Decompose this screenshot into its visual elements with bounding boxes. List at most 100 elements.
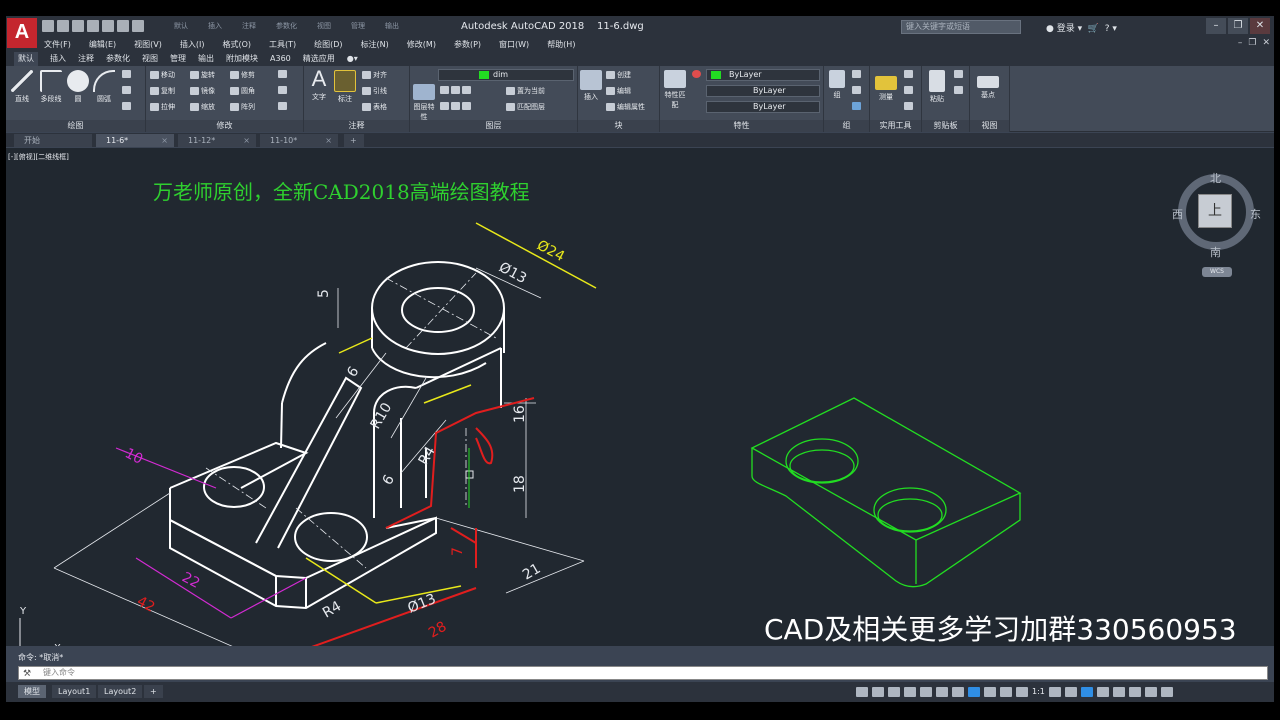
annotation-monitor-icon[interactable] — [1064, 687, 1077, 697]
copy-tool[interactable]: 复制 — [150, 86, 175, 96]
grid-icon[interactable] — [872, 687, 884, 697]
wcs-menu[interactable]: WCS — [1202, 267, 1232, 277]
match-layer-tool[interactable]: 匹配图层 — [506, 102, 545, 112]
viewcube-north[interactable]: 北 — [1210, 170, 1221, 186]
viewcube-top-face[interactable]: 上 — [1198, 194, 1232, 228]
selection-cycling-icon[interactable] — [1000, 687, 1012, 697]
ribbon-tab-view[interactable]: 视图 — [142, 52, 158, 66]
layer-properties-button[interactable]: 图层特性 — [412, 84, 436, 122]
file-tab-11-12[interactable]: 11-12* × — [178, 134, 256, 147]
edit-block-tool[interactable]: 编辑 — [606, 86, 631, 96]
annotation-scale[interactable]: 1:1 — [1032, 687, 1045, 697]
undo-icon[interactable] — [117, 20, 129, 32]
array-tool[interactable]: 阵列 — [230, 102, 255, 112]
application-menu-button[interactable]: A — [7, 18, 37, 48]
lineweight-dropdown[interactable]: ByLayer — [706, 101, 820, 113]
table-tool[interactable]: 表格 — [362, 102, 387, 112]
new-icon[interactable] — [42, 20, 54, 32]
group-select-tool[interactable] — [852, 102, 863, 110]
doc-restore-button[interactable]: ❐ — [1248, 38, 1256, 48]
doc-minimize-button[interactable]: – — [1238, 38, 1243, 48]
close-button[interactable]: ✕ — [1250, 18, 1270, 34]
doc-close-button[interactable]: ✕ — [1262, 38, 1270, 48]
viewcube-west[interactable]: 西 — [1172, 206, 1183, 222]
menu-modify[interactable]: 修改(M) — [407, 38, 436, 52]
menu-file[interactable]: 文件(F) — [44, 38, 71, 52]
rotate-tool[interactable]: 旋转 — [190, 70, 215, 80]
transparency-icon[interactable] — [984, 687, 996, 697]
file-tab-start[interactable]: 开始 — [14, 134, 92, 147]
isolate-objects-icon[interactable] — [1112, 687, 1125, 697]
view-panel-title[interactable]: 视图 — [970, 120, 1009, 132]
menu-parametric[interactable]: 参数(P) — [454, 38, 481, 52]
workspace-icon[interactable] — [1048, 687, 1061, 697]
viewcube[interactable]: 北 南 东 西 上 WCS — [1172, 170, 1262, 286]
saveas-icon[interactable] — [87, 20, 99, 32]
ribbon-extra-icon[interactable]: ●▾ — [347, 52, 358, 66]
add-layout-button[interactable]: + — [144, 685, 163, 698]
align-tool[interactable]: 对齐 — [362, 70, 387, 80]
close-tab-icon[interactable]: × — [161, 134, 168, 147]
ribbon-tab-addins[interactable]: 附加模块 — [226, 52, 258, 66]
group-button[interactable]: 组 — [828, 70, 846, 100]
move-tool[interactable]: 移动 — [150, 70, 175, 80]
tab-layout1[interactable]: Layout1 — [52, 685, 97, 698]
set-current-tool[interactable]: 置为当前 — [506, 86, 545, 96]
snap-icon[interactable] — [888, 687, 900, 697]
layer-tools-row1[interactable] — [440, 86, 473, 94]
color-dropdown[interactable]: ByLayer — [706, 69, 820, 81]
quick-properties-icon[interactable] — [1096, 687, 1109, 697]
erase-tool[interactable] — [278, 70, 289, 78]
menu-dimension[interactable]: 标注(N) — [361, 38, 389, 52]
ribbon-tab-featured[interactable]: 精选应用 — [303, 52, 335, 66]
menu-insert[interactable]: 插入(I) — [180, 38, 205, 52]
polyline-button[interactable]: 多段线 — [36, 70, 66, 104]
arc-button[interactable]: 圆弧 — [92, 70, 116, 104]
otrack-icon[interactable] — [952, 687, 964, 697]
trim-tool[interactable]: 修剪 — [230, 70, 255, 80]
linetype-dropdown[interactable]: ByLayer — [706, 85, 820, 97]
menu-help[interactable]: 帮助(H) — [547, 38, 575, 52]
viewcube-east[interactable]: 东 — [1250, 206, 1261, 222]
measure-button[interactable]: 测量 — [874, 70, 898, 102]
file-tab-11-10[interactable]: 11-10* × — [260, 134, 338, 147]
quick-select-tool[interactable] — [904, 70, 915, 78]
create-block-tool[interactable]: 创建 — [606, 70, 631, 80]
hatch-tool[interactable] — [122, 86, 133, 94]
redo-icon[interactable] — [132, 20, 144, 32]
fillet-tool[interactable]: 圆角 — [230, 86, 255, 96]
file-tab-11-6[interactable]: 11-6* × — [96, 134, 174, 147]
close-tab-icon[interactable]: × — [243, 134, 250, 147]
rectangle-tool[interactable] — [122, 70, 133, 78]
text-button[interactable]: A 文字 — [308, 68, 330, 102]
tab-layout2[interactable]: Layout2 — [98, 685, 143, 698]
groups-panel-title[interactable]: 组 — [824, 120, 869, 132]
scale-tool[interactable]: 缩放 — [190, 102, 215, 112]
osnap-icon[interactable] — [936, 687, 948, 697]
line-button[interactable]: 直线 — [10, 70, 34, 104]
layer-tools-row2[interactable] — [440, 102, 473, 110]
lineweight-icon[interactable] — [968, 687, 980, 697]
insert-block-button[interactable]: 插入 — [580, 70, 602, 102]
block-panel-title[interactable]: 块 — [578, 120, 659, 132]
ungroup-tool[interactable] — [852, 70, 863, 78]
ellipse-tool[interactable] — [122, 102, 133, 110]
ribbon-tab-home[interactable]: 默认 — [14, 52, 38, 66]
draw-panel-title[interactable]: 绘图 — [6, 120, 145, 132]
login-button[interactable]: ● 登录 ▾ 🛒 ? ▾ — [1046, 21, 1117, 34]
paste-button[interactable]: 粘贴 — [926, 70, 948, 104]
circle-button[interactable]: 圆 — [66, 70, 90, 104]
menu-tools[interactable]: 工具(T) — [269, 38, 296, 52]
explode-tool[interactable] — [278, 86, 289, 94]
layers-panel-title[interactable]: 图层 — [410, 120, 577, 132]
clipboard-panel-title[interactable]: 剪贴板 — [922, 120, 969, 132]
properties-panel-title[interactable]: 特性 — [660, 120, 823, 132]
units-icon[interactable] — [1080, 687, 1093, 697]
menu-edit[interactable]: 编辑(E) — [89, 38, 116, 52]
drawing-area[interactable]: Y X Ø24 Ø13 5 6 R10 R4 16 18 6 10 22 42 … — [6, 148, 1274, 646]
edit-attributes-tool[interactable]: 编辑属性 — [606, 102, 645, 112]
menu-draw[interactable]: 绘图(D) — [314, 38, 342, 52]
menu-window[interactable]: 窗口(W) — [499, 38, 529, 52]
save-icon[interactable] — [72, 20, 84, 32]
ortho-icon[interactable] — [904, 687, 916, 697]
